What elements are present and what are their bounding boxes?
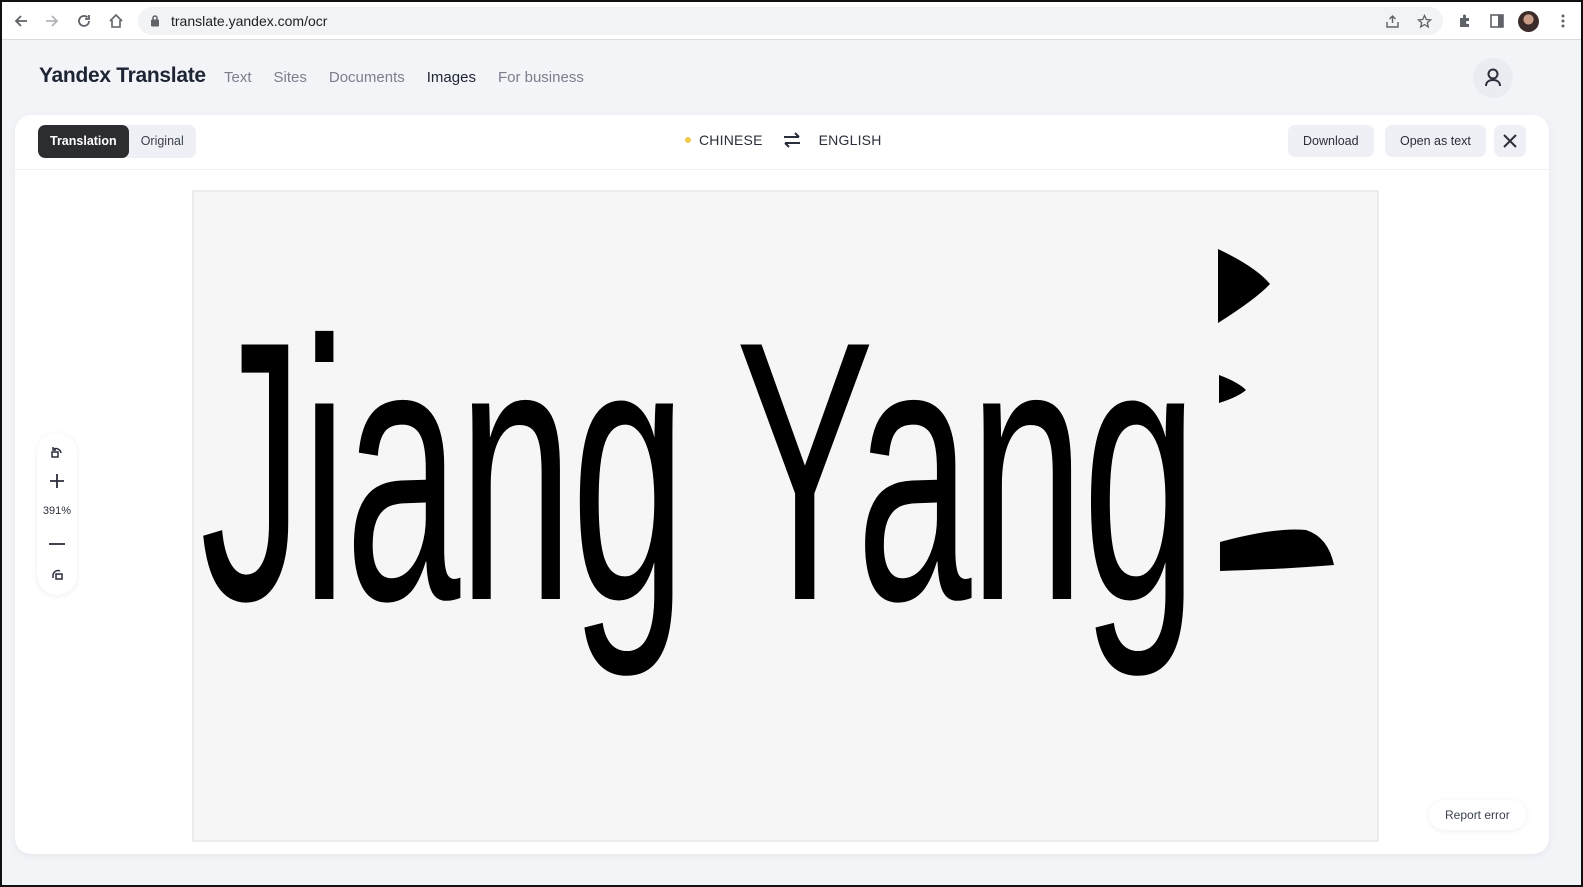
- close-icon: [1503, 134, 1517, 148]
- logo[interactable]: Yandex Translate: [39, 64, 206, 88]
- zoom-level: 391%: [42, 505, 72, 517]
- source-language[interactable]: CHINESE: [699, 132, 763, 148]
- image-viewer[interactable]: Jiang Yang: [192, 190, 1379, 842]
- download-button[interactable]: Download: [1288, 125, 1374, 157]
- user-button[interactable]: [1473, 58, 1513, 98]
- zoom-controls: 391%: [37, 433, 77, 595]
- rotate-left-button[interactable]: [37, 441, 77, 463]
- rotate-right-button[interactable]: [37, 563, 77, 585]
- zoom-out-button[interactable]: [37, 533, 77, 555]
- rotate-left-icon: [51, 447, 62, 458]
- translated-image-text: Jiang Yang: [200, 265, 1198, 678]
- rotate-right-icon: [52, 569, 63, 580]
- nav-images[interactable]: Images: [427, 69, 476, 86]
- language-selector: CHINESE ENGLISH: [685, 132, 882, 148]
- view-mode-toggle: Translation Original: [38, 125, 196, 158]
- sidepanel-icon[interactable]: [1486, 10, 1508, 32]
- extensions-icon[interactable]: [1454, 10, 1476, 32]
- lock-icon: [150, 14, 160, 32]
- swap-icon: [783, 132, 800, 148]
- nav-sites[interactable]: Sites: [274, 69, 307, 86]
- ocr-toolbar: Translation Original CHINESE ENGLISH Dow…: [15, 115, 1549, 170]
- ocr-panel: Translation Original CHINESE ENGLISH Dow…: [15, 115, 1549, 854]
- star-icon[interactable]: [1415, 12, 1433, 30]
- back-icon[interactable]: [10, 10, 32, 32]
- user-icon: [1485, 68, 1501, 87]
- report-error-button[interactable]: Report error: [1429, 800, 1526, 830]
- nav-for-business[interactable]: For business: [498, 69, 584, 86]
- target-language[interactable]: ENGLISH: [819, 132, 882, 148]
- address-bar[interactable]: translate.yandex.com/ocr: [138, 7, 1443, 35]
- url-text: translate.yandex.com/ocr: [171, 13, 328, 29]
- profile-avatar[interactable]: [1518, 11, 1539, 32]
- nav-documents[interactable]: Documents: [329, 69, 405, 86]
- top-nav: Text Sites Documents Images For business: [224, 69, 606, 86]
- reload-icon[interactable]: [73, 10, 95, 32]
- residual-glyph-fragments: [1218, 249, 1334, 571]
- open-as-text-button[interactable]: Open as text: [1385, 125, 1486, 157]
- kebab-menu-icon[interactable]: [1552, 10, 1574, 32]
- zoom-in-button[interactable]: [37, 470, 77, 492]
- swap-languages-button[interactable]: [783, 132, 801, 148]
- nav-text[interactable]: Text: [224, 69, 252, 86]
- tab-original[interactable]: Original: [129, 125, 196, 158]
- tab-translation[interactable]: Translation: [38, 125, 129, 158]
- minus-icon: [49, 543, 65, 545]
- browser-toolbar: translate.yandex.com/ocr: [2, 2, 1581, 40]
- detected-lang-dot: [685, 137, 691, 143]
- home-icon[interactable]: [105, 10, 127, 32]
- close-button[interactable]: [1494, 125, 1526, 157]
- forward-icon[interactable]: [41, 10, 63, 32]
- share-icon[interactable]: [1383, 12, 1401, 30]
- plus-icon: [50, 474, 64, 488]
